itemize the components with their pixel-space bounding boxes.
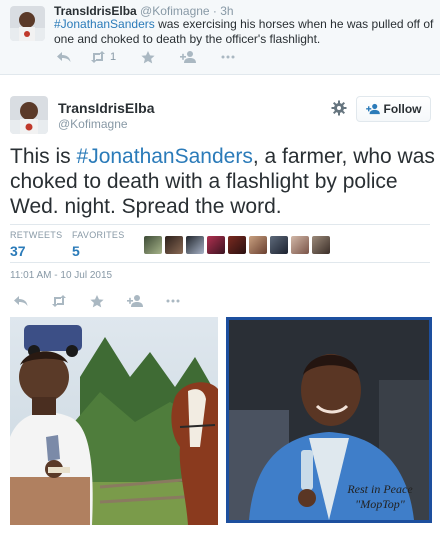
more-icon[interactable] (220, 50, 236, 64)
favorite-icon[interactable] (140, 50, 156, 64)
favoriters-avatars (144, 236, 330, 254)
retweet-icon[interactable] (90, 50, 106, 64)
reply-tweet: TransIdrisElba @Kofimagne · 3h #Jonathan… (0, 0, 440, 75)
follow-button[interactable]: Follow (356, 96, 431, 122)
caption-line-2: "MopTop" (355, 497, 405, 511)
reply-avatar[interactable] (10, 6, 45, 41)
reply-icon[interactable] (56, 50, 72, 64)
gear-icon[interactable] (331, 100, 347, 116)
retweets-stat[interactable]: RETWEETS 37 (10, 230, 62, 259)
reply-text: #JonathanSanders was exercising his hors… (54, 17, 434, 47)
avatar[interactable] (186, 236, 204, 254)
avatar[interactable] (144, 236, 162, 254)
follow-user-icon[interactable] (127, 294, 143, 308)
memorial-caption: Rest in Peace "MopTop" (335, 482, 425, 512)
avatar[interactable] (291, 236, 309, 254)
avatar[interactable] (207, 236, 225, 254)
more-icon[interactable] (165, 294, 181, 308)
stats-divider-bottom (10, 262, 430, 263)
reply-actions: 1 (54, 50, 236, 64)
tweet-photo-left[interactable] (10, 317, 218, 525)
tweet-photo-right[interactable]: Rest in Peace "MopTop" (226, 317, 432, 523)
follow-user-icon[interactable] (180, 50, 197, 64)
retweets-count: 37 (10, 243, 26, 259)
author-avatar[interactable] (10, 96, 48, 134)
reply-header: TransIdrisElba @Kofimagne · 3h (54, 4, 234, 18)
favorites-label: FAVORITES (72, 230, 125, 240)
tweet-text: This is #JonathanSanders, a farmer, who … (10, 144, 435, 219)
favorites-count: 5 (72, 243, 80, 259)
stats-divider-top (10, 224, 430, 225)
favorites-stat[interactable]: FAVORITES 5 (72, 230, 125, 259)
reply-icon[interactable] (13, 294, 29, 308)
avatar[interactable] (165, 236, 183, 254)
avatar[interactable] (312, 236, 330, 254)
caption-line-1: Rest in Peace (347, 482, 413, 496)
reply-retweet-count: 1 (110, 51, 117, 63)
tweet-text-before: This is (10, 145, 77, 168)
avatar[interactable] (270, 236, 288, 254)
tweet-hashtag[interactable]: #JonathanSanders (77, 145, 253, 168)
author-name[interactable]: TransIdrisElba (58, 100, 154, 116)
follow-label: Follow (383, 102, 422, 116)
retweets-label: RETWEETS (10, 230, 63, 240)
reply-author-name[interactable]: TransIdrisElba (54, 4, 137, 18)
avatar[interactable] (249, 236, 267, 254)
avatar[interactable] (228, 236, 246, 254)
retweet-icon[interactable] (51, 294, 67, 308)
author-handle[interactable]: @Kofimagne (58, 117, 128, 131)
reply-hashtag[interactable]: #JonathanSanders (54, 17, 155, 31)
follow-user-icon (365, 103, 380, 115)
reply-handle-time: @Kofimagne · 3h (140, 4, 234, 18)
tweet-timestamp[interactable]: 11:01 AM - 10 Jul 2015 (10, 270, 112, 281)
tweet-actions (13, 294, 181, 308)
favorite-icon[interactable] (89, 294, 105, 308)
